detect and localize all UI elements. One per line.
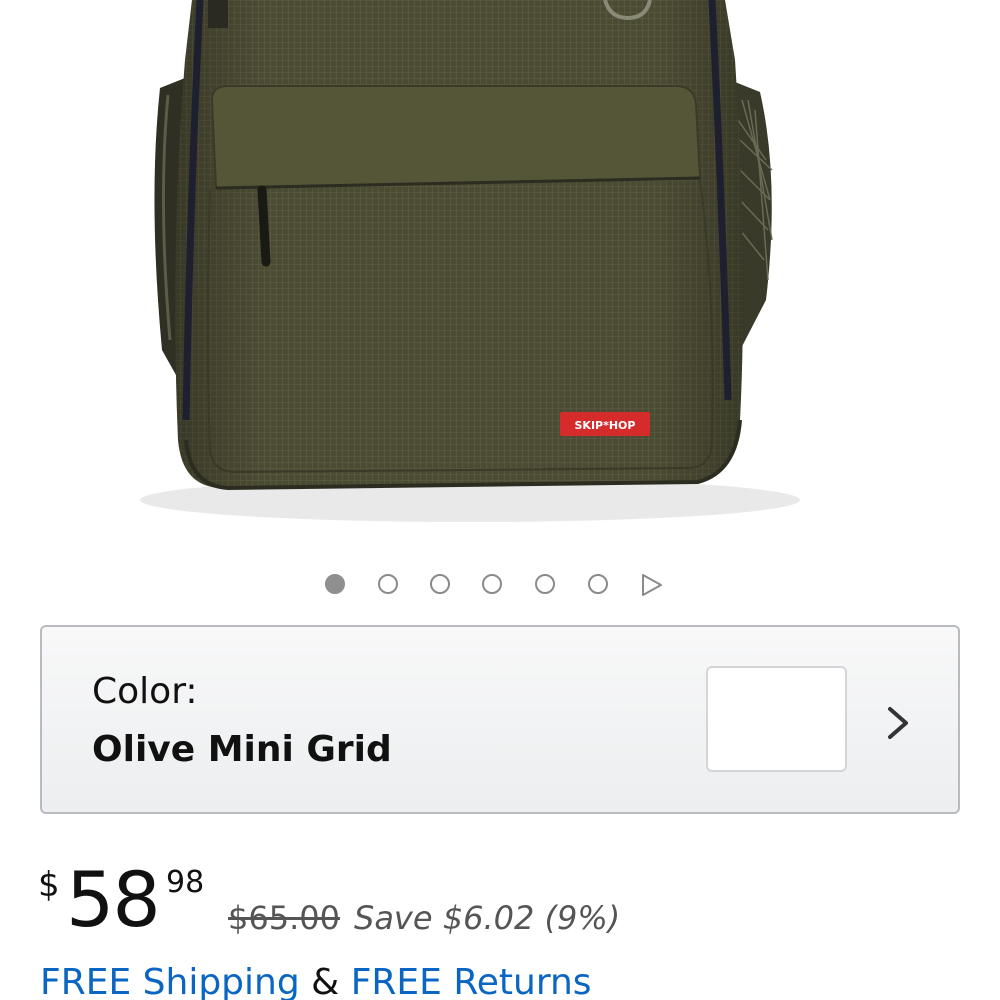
image-carousel-indicators [0,566,1000,604]
carousel-dot-3[interactable] [430,574,450,594]
product-page: SKIP*HOP Color: Olive Mini Grid $ 58 98 … [0,0,1000,1000]
color-label: Color: [92,671,198,712]
price-whole: 58 [66,855,161,944]
product-image[interactable]: SKIP*HOP [0,0,1000,540]
carousel-dot-2[interactable] [378,574,398,594]
savings-text: Save $6.02 (9%) [354,899,621,937]
shipping-info: FREE Shipping & FREE Returns [40,962,592,1000]
free-returns-link[interactable]: FREE Returns [351,962,592,1000]
list-price: $65.00 [228,899,340,937]
carousel-dot-5[interactable] [535,574,555,594]
price-block: $ 58 98 $65.00 Save $6.02 (9%) [38,855,978,950]
price-currency: $ [38,865,60,905]
chevron-right-icon [888,707,908,739]
price-fraction: 98 [166,865,205,900]
play-triangle-icon[interactable] [640,573,664,597]
carousel-dot-6[interactable] [588,574,608,594]
free-shipping-link[interactable]: FREE Shipping [40,962,300,1000]
carousel-dot-4[interactable] [482,574,502,594]
color-value: Olive Mini Grid [92,729,392,770]
color-selector[interactable]: Color: Olive Mini Grid [40,625,960,814]
backpack-illustration: SKIP*HOP [140,0,800,522]
color-swatch[interactable] [706,666,847,772]
carousel-dot-1[interactable] [325,574,345,594]
brand-logo: SKIP*HOP [575,419,636,432]
shipping-ampersand: & [311,962,340,1000]
